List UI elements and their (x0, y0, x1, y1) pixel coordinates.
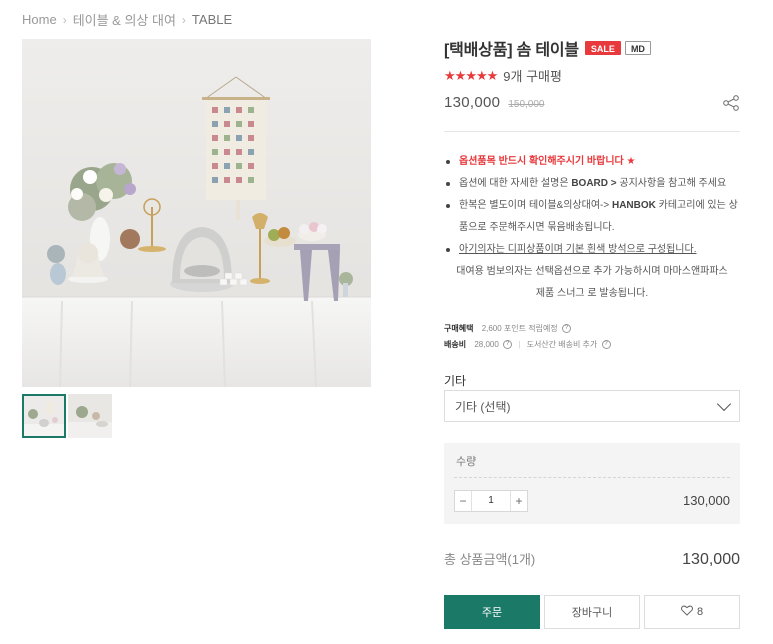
option-select[interactable]: 기타 (선택) (444, 390, 740, 422)
star-rating: ★ ★ ★ ★ ★ (444, 67, 499, 84)
star-icon: ★ (465, 67, 477, 83)
note-item: 옵션에 대한 자세한 설명은 BOARD > 공지사항을 참고해 주세요 (444, 173, 740, 195)
question-circle-icon[interactable]: ? (601, 340, 611, 350)
note-text: 제품 스너그 로 발송됩니다. (535, 288, 649, 299)
shipping-row: 배송비 28,000 ? | 도서산간 배송비 추가 ? (444, 337, 611, 353)
chevron-down-icon (716, 396, 732, 411)
note-text: 옵션에 대한 자세한 설명은 (459, 178, 572, 189)
product-photo (22, 39, 371, 387)
product-title: [택배상품] 솜 테이블 (444, 42, 579, 59)
star-icon: ★ (475, 67, 488, 83)
purchase-benefit-label: 구매혜택 (444, 324, 474, 333)
order-button[interactable]: 주문 (444, 595, 540, 629)
breadcrumb-separator-icon: › (62, 12, 67, 27)
action-buttons: 주문 장바구니 8 (444, 595, 740, 629)
note-text: 카테고리에 있는 상 (655, 200, 738, 211)
md-badge: MD (624, 41, 651, 55)
breadcrumb-separator-icon: › (181, 12, 186, 27)
review-count[interactable]: 9개 구매평 (503, 66, 562, 85)
price-row: 130,000 150,000 (444, 94, 740, 111)
product-info: [택배상품] 솜 테이블 SALE MD ★ ★ ★ ★ ★ 9개 구매평 13… (444, 36, 740, 629)
note-item-continued: 대여용 범보의자는 선택옵션으로 추가 가능하시며 마마스앤파파스 (444, 261, 740, 283)
divider (444, 131, 740, 132)
sale-badge: SALE (584, 41, 621, 55)
note-text-underlined: 아기의자는 디피상품이며 기본 흰색 방석으로 구성됩니다. (459, 244, 697, 255)
divider: | (518, 340, 521, 349)
question-circle-icon[interactable]: ? (561, 324, 571, 334)
thumbnail-1[interactable] (22, 394, 66, 438)
note-text: 대여용 범보의자는 선택옵션으로 추가 가능하시며 마마스앤파파스 (456, 266, 728, 277)
quantity-line-price: 130,000 (683, 493, 730, 508)
purchase-benefit-value: 2,600 포인트 적립예정 (481, 324, 558, 333)
thumbnail-2[interactable] (68, 394, 112, 438)
wishlist-count: 8 (696, 606, 704, 618)
note-text: 공지사항을 참고해 주세요 (619, 178, 727, 189)
note-item: 옵션품목 반드시 확인해주시기 바랍니다 ★ (444, 151, 740, 173)
breadcrumb-category[interactable]: 테이블 & 의상 대여 (73, 10, 176, 29)
wishlist-button[interactable]: 8 (644, 595, 740, 629)
question-circle-icon[interactable]: ? (503, 340, 513, 350)
quantity-decrease-button[interactable]: − (455, 491, 471, 511)
heart-icon (680, 605, 693, 619)
purchase-meta: 구매혜택 2,600 포인트 적립예정 ? 배송비 28,000 ? | 도서산… (444, 321, 611, 353)
star-icon: ★ (454, 67, 467, 83)
quantity-input[interactable]: 1 (471, 491, 511, 511)
note-item: 한복은 별도이며 테이블&의상대여-> HANBOK 카테고리에 있는 상 (444, 195, 740, 217)
total-price: 130,000 (682, 551, 740, 568)
breadcrumb-current[interactable]: TABLE (192, 12, 232, 27)
rating-row[interactable]: ★ ★ ★ ★ ★ 9개 구매평 (444, 66, 740, 85)
star-icon: ★ (486, 67, 499, 83)
purchase-benefit-row: 구매혜택 2,600 포인트 적립예정 ? (444, 321, 611, 337)
thumbnail-image (68, 394, 112, 438)
option-select-value: 기타 (선택) (455, 399, 511, 414)
note-item: 아기의자는 디피상품이며 기본 흰색 방석으로 구성됩니다. (444, 239, 740, 261)
star-icon: ★ (444, 67, 456, 83)
quantity-box: 수량 − 1 + 130,000 (444, 443, 740, 524)
option-label: 기타 (444, 374, 467, 388)
sale-price: 130,000 (444, 94, 501, 111)
note-text-bold: BOARD > (571, 178, 620, 189)
quantity-increase-button[interactable]: + (511, 491, 527, 511)
note-item-continued: 제품 스너그 로 발송됩니다. (444, 283, 740, 305)
shipping-value: 28,000 (474, 340, 499, 349)
title-row: [택배상품] 솜 테이블 SALE MD (444, 36, 740, 60)
breadcrumb-home[interactable]: Home (22, 12, 57, 27)
note-text: 한복은 별도이며 테이블&의상대여-> (459, 200, 612, 211)
divider (454, 477, 730, 478)
note-text-highlight: 옵션품목 반드시 확인해주시기 바랍니다 ★ (459, 156, 636, 167)
share-icon[interactable] (722, 94, 740, 112)
shipping-extra: 도서산간 배송비 추가 (526, 340, 598, 349)
note-text: 품으로 주문해주시면 묶음배송됩니다. (459, 222, 615, 233)
note-text-bold: HANBOK (611, 200, 656, 211)
cart-button[interactable]: 장바구니 (544, 595, 640, 629)
shipping-label: 배송비 (444, 340, 467, 349)
product-main-image[interactable] (22, 39, 371, 387)
quantity-stepper: − 1 + (454, 490, 528, 512)
product-notes: 옵션품목 반드시 확인해주시기 바랍니다 ★ 옵션에 대한 자세한 설명은 BO… (444, 151, 740, 305)
note-item-continued: 품으로 주문해주시면 묶음배송됩니다. (444, 217, 740, 239)
quantity-label: 수량 (456, 456, 477, 468)
thumbnail-image (22, 394, 66, 438)
total-label: 총 상품금액(1개) (444, 552, 536, 567)
total-row: 총 상품금액(1개) 130,000 (444, 549, 740, 569)
thumbnail-strip (22, 394, 112, 438)
breadcrumb: Home › 테이블 & 의상 대여 › TABLE (22, 10, 232, 29)
original-price: 150,000 (508, 99, 545, 110)
